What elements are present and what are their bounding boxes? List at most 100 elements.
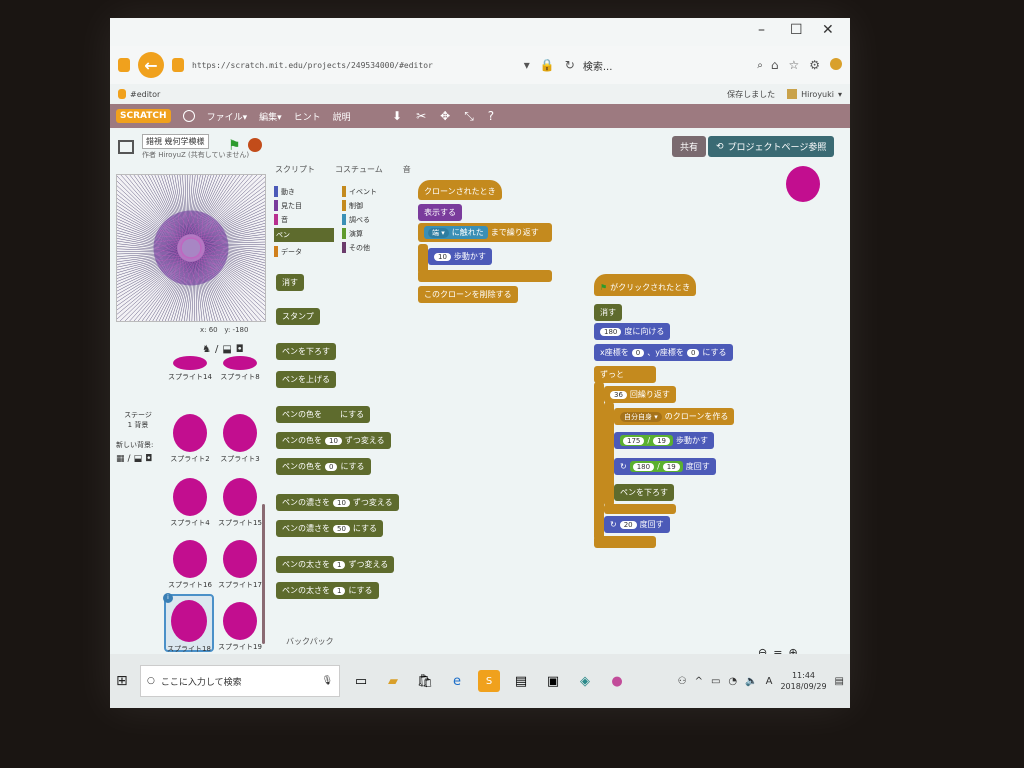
block-input[interactable]: 0	[686, 348, 700, 357]
ime-indicator[interactable]: A	[766, 676, 773, 687]
see-project-page-button[interactable]: ⟲ プロジェクトページ参照	[708, 136, 835, 157]
edge-icon[interactable]: e	[446, 670, 468, 692]
touching-dropdown[interactable]: 端 ▾	[428, 227, 449, 238]
palette-block-pen-up[interactable]: ペンを上げる	[276, 371, 336, 388]
backdrop-camera-icon[interactable]: ◘	[145, 454, 152, 464]
paint-sprite-icon[interactable]: /	[215, 344, 218, 355]
sprite-thumb[interactable]: スプライト4	[166, 474, 214, 530]
script2-repeat[interactable]: 36 回繰り返す	[604, 386, 676, 403]
block-input[interactable]: 1	[333, 560, 346, 569]
script2-create-clone[interactable]: 自分自身 ▾ のクローンを作る	[614, 408, 735, 425]
tab-costumes[interactable]: コスチューム	[335, 164, 383, 175]
tab-scripts[interactable]: スクリプト	[275, 164, 315, 175]
task-view-icon[interactable]: ▭	[350, 670, 372, 692]
menu-edit[interactable]: 編集▾	[259, 110, 282, 123]
category-looks[interactable]: 見た目	[274, 200, 302, 211]
block-input[interactable]: 180	[600, 327, 622, 336]
scratch-logo[interactable]: SCRATCH	[116, 109, 171, 123]
palette-block-stamp[interactable]: スタンプ	[276, 308, 320, 325]
script2-turn[interactable]: ↻ 180/19 度回す	[614, 458, 716, 475]
block-input[interactable]: 1	[333, 586, 346, 595]
script2-forever[interactable]: ずっと	[594, 366, 656, 383]
script2-hat-flag-clicked[interactable]: ⚑ がクリックされたとき	[594, 274, 697, 296]
notes-icon[interactable]: ▣	[542, 670, 564, 692]
palette-block-change-pen-color[interactable]: ペンの色を 10 ずつ変える	[276, 432, 391, 449]
touching-condition[interactable]: 端 ▾ に触れた	[424, 226, 488, 239]
help-tool-icon[interactable]: ?	[488, 109, 494, 124]
palette-block-clear[interactable]: 消す	[276, 274, 304, 291]
script2-pen-down[interactable]: ペンを下ろす	[614, 484, 674, 501]
choose-sprite-icon[interactable]: ♞	[202, 344, 211, 355]
block-input[interactable]: 0	[631, 348, 645, 357]
shrink-tool-icon[interactable]: ⤡	[464, 109, 474, 124]
sprite-thumb[interactable]: スプライト19	[216, 598, 264, 654]
profile-icon[interactable]	[830, 58, 842, 70]
refresh-icon[interactable]: ↻	[565, 58, 575, 72]
palette-block-set-pen-shade[interactable]: ペンの濃さを 50 にする	[276, 520, 384, 537]
script1-show[interactable]: 表示する	[418, 204, 462, 221]
category-control[interactable]: 制御	[342, 200, 363, 211]
close-button[interactable]: ✕	[822, 22, 834, 38]
clone-dropdown[interactable]: 自分自身 ▾	[620, 411, 662, 422]
block-input[interactable]: 10	[325, 436, 342, 445]
volume-icon[interactable]: 🔈	[745, 676, 757, 687]
block-input[interactable]: 19	[653, 436, 670, 445]
sprite-thumb[interactable]: スプライト8	[216, 356, 264, 396]
sprite-thumb[interactable]: スプライト17	[216, 536, 264, 592]
category-events[interactable]: イベント	[342, 186, 377, 197]
block-input[interactable]: 180	[632, 462, 655, 471]
block-input[interactable]: 50	[333, 524, 350, 533]
palette-block-change-pen-shade[interactable]: ペンの濃さを 10 ずつ変える	[276, 494, 399, 511]
stage-canvas[interactable]	[116, 174, 266, 322]
pane-scrollbar[interactable]	[262, 504, 265, 644]
search-icon[interactable]: ⌕	[757, 60, 763, 71]
wifi-icon[interactable]: ◔	[728, 676, 737, 687]
menu-tips[interactable]: ヒント	[294, 110, 321, 123]
script2-clear[interactable]: 消す	[594, 304, 622, 321]
avatar[interactable]	[787, 89, 798, 99]
palette-block-set-pen-size[interactable]: ペンの太さを 1 にする	[276, 582, 379, 599]
scratch-app-icon[interactable]: S	[478, 670, 500, 692]
paint-icon[interactable]: ●	[606, 670, 628, 692]
category-operators[interactable]: 演算	[342, 228, 363, 239]
backpack[interactable]: バックパック	[286, 636, 334, 647]
block-input[interactable]: 19	[662, 462, 680, 471]
taskbar-clock[interactable]: 11:44 2018/09/29	[780, 670, 826, 692]
share-button[interactable]: 共有	[672, 136, 707, 157]
url-field[interactable]: https://scratch.mit.edu/projects/2495340…	[192, 61, 516, 70]
dropdown-icon[interactable]: ▾	[524, 58, 530, 72]
palette-block-change-pen-size[interactable]: ペンの太さを 1 ずつ変える	[276, 556, 395, 573]
category-motion[interactable]: 動き	[274, 186, 295, 197]
stage-thumbnail[interactable]: ステージ 1 背景	[120, 410, 156, 430]
green-flag-icon[interactable]: ⚑	[228, 138, 242, 154]
browser-search-box[interactable]: 検索... ⌕	[583, 58, 763, 73]
block-input[interactable]: 0	[325, 462, 338, 471]
sprite-thumb[interactable]: スプライト2	[166, 410, 214, 466]
palette-block-set-pen-color-num[interactable]: ペンの色を 0 にする	[276, 458, 371, 475]
block-input[interactable]: 10	[434, 252, 451, 261]
project-title-field[interactable]: 錯視 幾何学模様	[142, 134, 209, 149]
home-icon[interactable]: ⌂	[771, 58, 779, 72]
store-icon[interactable]: 🛍	[414, 670, 436, 692]
maximize-button[interactable]: ☐	[790, 22, 803, 38]
minimize-button[interactable]: –	[758, 22, 765, 38]
divide-operator[interactable]: 175/19	[620, 435, 673, 446]
sprite-thumb-selected[interactable]: i スプライト18	[163, 593, 214, 653]
palette-block-set-pen-color[interactable]: ペンの色を にする	[276, 406, 371, 423]
script1-move[interactable]: 10 歩動かす	[428, 248, 492, 265]
microphone-icon[interactable]: 🎙	[322, 676, 333, 686]
fullscreen-icon[interactable]	[118, 140, 134, 154]
script2-point-direction[interactable]: 180 度に向ける	[594, 323, 671, 340]
palette-block-pen-down[interactable]: ペンを下ろす	[276, 343, 336, 360]
back-button[interactable]: ←	[138, 52, 164, 78]
category-more[interactable]: その他	[342, 242, 370, 253]
block-input[interactable]: 175	[623, 436, 645, 445]
chevron-up-icon[interactable]: ^	[695, 676, 703, 687]
sprite-thumb[interactable]: スプライト3	[216, 410, 264, 466]
sprite-thumb[interactable]: スプライト15	[216, 474, 264, 530]
backdrop-library-icon[interactable]: ▦	[116, 454, 125, 464]
block-input[interactable]: 36	[610, 390, 627, 399]
menu-about[interactable]: 説明	[333, 110, 351, 123]
sprite-thumb[interactable]: スプライト14	[166, 356, 214, 396]
duplicate-tool-icon[interactable]: ⬇	[392, 109, 402, 124]
